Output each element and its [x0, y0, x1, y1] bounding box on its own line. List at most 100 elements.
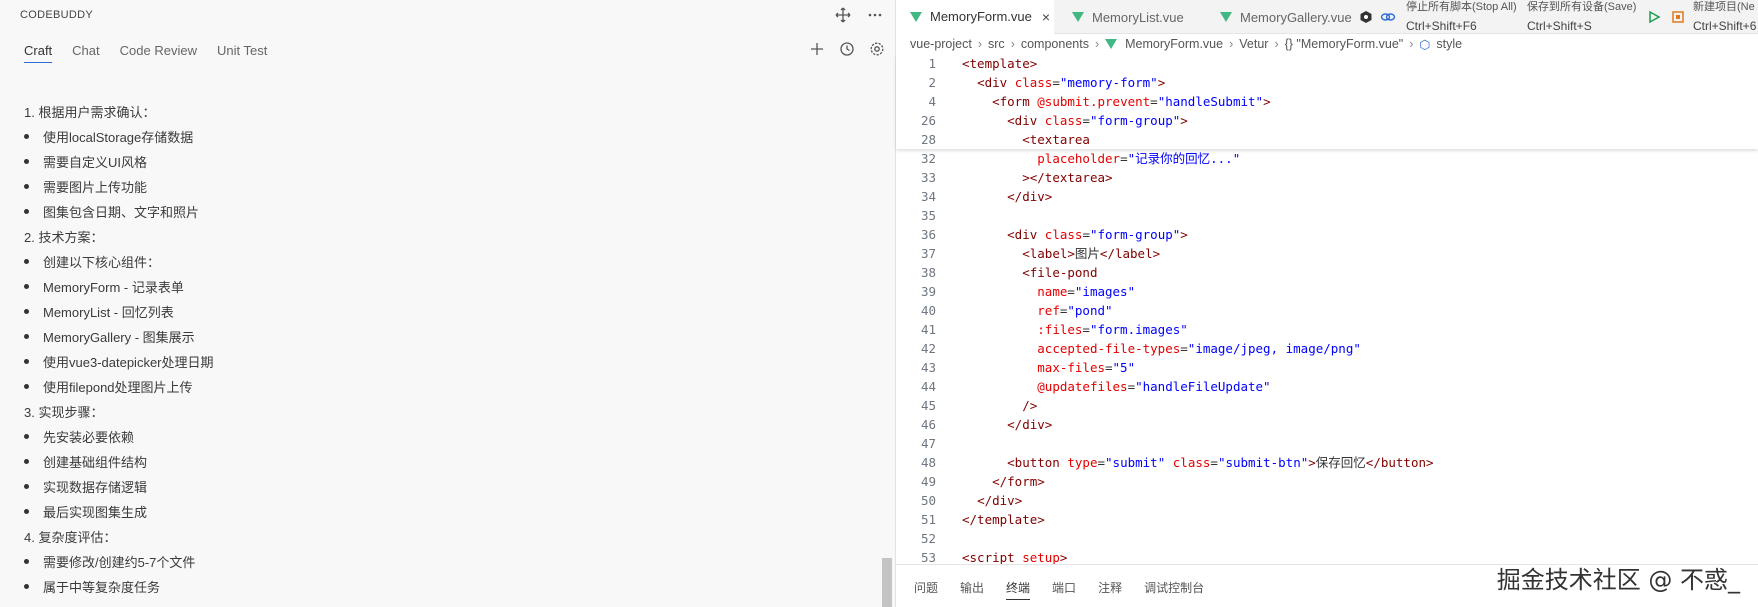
item-text: 4. 复杂度评估：	[24, 530, 117, 545]
tab-craft[interactable]: Craft	[24, 43, 53, 63]
save-all-devices-button[interactable]: 保存到所有设备(Save) Ctrl+Shift+S	[1527, 0, 1636, 33]
code-line[interactable]: 2 <div class="memory-form">	[896, 73, 1758, 92]
bullet-icon	[24, 259, 29, 265]
bottom-tab[interactable]: 问题	[914, 579, 938, 600]
code-line[interactable]: 28 <textarea	[896, 130, 1758, 149]
breadcrumb-item[interactable]: {} "MemoryForm.vue"	[1285, 37, 1404, 51]
settings-icon[interactable]	[867, 39, 887, 59]
code-line[interactable]: 33 ></textarea>	[896, 168, 1758, 187]
line-number: 38	[920, 265, 936, 280]
breadcrumb-item[interactable]: Vetur	[1239, 37, 1268, 51]
bullet-item: 使用localStorage存储数据	[24, 128, 214, 153]
watermark: 掘金技术社区 @ 不惑_	[1496, 566, 1740, 594]
line-number: 50	[920, 493, 936, 508]
code-text: @updatefiles="handleFileUpdate"	[1037, 379, 1271, 394]
line-number: 35	[920, 208, 936, 223]
add-icon[interactable]	[807, 39, 827, 59]
line-number: 1	[928, 56, 936, 71]
tab-unit-test[interactable]: Unit Test	[217, 43, 267, 63]
line-number: 49	[920, 474, 936, 489]
code-line[interactable]: 1 <template>	[896, 54, 1758, 73]
bullet-icon	[24, 384, 29, 390]
bullet-item: 实现数据存储逻辑	[24, 478, 214, 503]
new-project-button[interactable]: 新建项目(Ne Ctrl+Shift+6	[1693, 0, 1758, 33]
code-line[interactable]: 36 <div class="form-group">	[896, 225, 1758, 244]
tab-chat[interactable]: Chat	[72, 43, 99, 63]
code-line[interactable]: 51 </template>	[896, 510, 1758, 529]
code-line[interactable]: 44 @updatefiles="handleFileUpdate"	[896, 377, 1758, 396]
numbered-heading: 4. 复杂度评估：	[24, 528, 214, 553]
history-icon[interactable]	[837, 39, 857, 59]
code-line[interactable]: 49 </form>	[896, 472, 1758, 491]
tab-label: MemoryForm.vue	[930, 9, 1032, 24]
code-line[interactable]: 32 placeholder="记录你的回忆..."	[896, 149, 1758, 168]
code-editor[interactable]: 1 <template> 2 <div class="memory-form"> 4 …	[896, 54, 1758, 567]
code-line[interactable]: 38 <file-pond	[896, 263, 1758, 282]
code-line[interactable]: 42 accepted-file-types="image/jpeg, imag…	[896, 339, 1758, 358]
close-icon[interactable]: ×	[1042, 9, 1050, 25]
vue-file-icon	[1220, 12, 1232, 22]
scrollbar-thumb[interactable]	[882, 558, 892, 607]
code-text: </form>	[992, 474, 1045, 489]
bullet-item: 先安装必要依赖	[24, 428, 214, 453]
code-line[interactable]: 50 </div>	[896, 491, 1758, 510]
run-icon[interactable]	[1644, 7, 1664, 27]
code-text: />	[1022, 398, 1038, 413]
code-text: max-files="5"	[1037, 360, 1136, 375]
stop-all-scripts-button[interactable]: 停止所有脚本(Stop All) Ctrl+Shift+F6	[1406, 0, 1517, 33]
code-line[interactable]: 37 <label>图片</label>	[896, 244, 1758, 263]
code-text: <textarea	[1022, 132, 1090, 147]
code-line[interactable]: 52	[896, 529, 1758, 548]
extension-icon[interactable]	[1356, 7, 1376, 27]
code-line[interactable]: 45 />	[896, 396, 1758, 415]
bottom-tab[interactable]: 端口	[1052, 579, 1076, 600]
bullet-icon	[24, 359, 29, 365]
bullet-item: MemoryForm - 记录表单	[24, 278, 214, 303]
bottom-tab[interactable]: 输出	[960, 579, 984, 600]
tab-memorylist[interactable]: MemoryList.vue	[1058, 0, 1198, 34]
tab-memoryform[interactable]: MemoryForm.vue ×	[896, 0, 1054, 34]
bullet-icon	[24, 334, 29, 340]
code-text: :files="form.images"	[1037, 322, 1188, 337]
breadcrumb-item[interactable]: src	[988, 37, 1005, 51]
tab-code-review[interactable]: Code Review	[120, 43, 197, 63]
chevron-right-icon: ›	[977, 37, 983, 51]
chevron-right-icon: ›	[1409, 37, 1414, 51]
bullet-icon	[24, 159, 29, 165]
move-icon[interactable]	[833, 5, 853, 25]
breadcrumb: vue-project › src › components › MemoryForm.vu…	[910, 36, 1462, 52]
line-number: 34	[920, 189, 936, 204]
line-number: 39	[920, 284, 936, 299]
code-line[interactable]: 46 </div>	[896, 415, 1758, 434]
line-number: 26	[920, 113, 936, 128]
item-text: 图集包含日期、文字和照片	[43, 205, 200, 220]
stop-icon[interactable]	[1668, 7, 1688, 27]
code-line[interactable]: 48 <button type="submit" class="submit-b…	[896, 453, 1758, 472]
code-line[interactable]: 41 :files="form.images"	[896, 320, 1758, 339]
stop-all-shortcut: Ctrl+Shift+F6	[1406, 19, 1477, 33]
breadcrumb-item[interactable]: vue-project	[910, 37, 972, 51]
code-line[interactable]: 34 </div>	[896, 187, 1758, 206]
breadcrumb-item[interactable]: components	[1021, 37, 1089, 51]
tab-memorygallery[interactable]: MemoryGallery.vue	[1206, 0, 1358, 34]
code-line[interactable]: 40 ref="pond"	[896, 301, 1758, 320]
code-line[interactable]: 4 <form @submit.prevent="handleSubmit">	[896, 92, 1758, 111]
sticky-scroll-header[interactable]: 1 <template> 2 <div class="memory-form"> 4 …	[896, 54, 1758, 149]
code-line[interactable]: 39 name="images"	[896, 282, 1758, 301]
code-line[interactable]: 47	[896, 434, 1758, 453]
more-icon[interactable]	[865, 5, 885, 25]
line-number: 42	[920, 341, 936, 356]
bottom-tab[interactable]: 终端	[1006, 579, 1031, 600]
breadcrumb-item[interactable]: style	[1436, 37, 1462, 51]
chevron-right-icon: ›	[1274, 37, 1279, 51]
bottom-tab[interactable]: 调试控制台	[1144, 579, 1204, 600]
code-line[interactable]: 26 <div class="form-group">	[896, 111, 1758, 130]
link-icon[interactable]	[1378, 7, 1398, 27]
code-line[interactable]: 35	[896, 206, 1758, 225]
code-text: </div>	[1007, 189, 1053, 204]
line-number: 47	[920, 436, 936, 451]
line-number: 33	[920, 170, 936, 185]
code-line[interactable]: 43 max-files="5"	[896, 358, 1758, 377]
bottom-tab[interactable]: 注释	[1098, 579, 1122, 600]
breadcrumb-item[interactable]: MemoryForm.vue	[1125, 37, 1223, 51]
